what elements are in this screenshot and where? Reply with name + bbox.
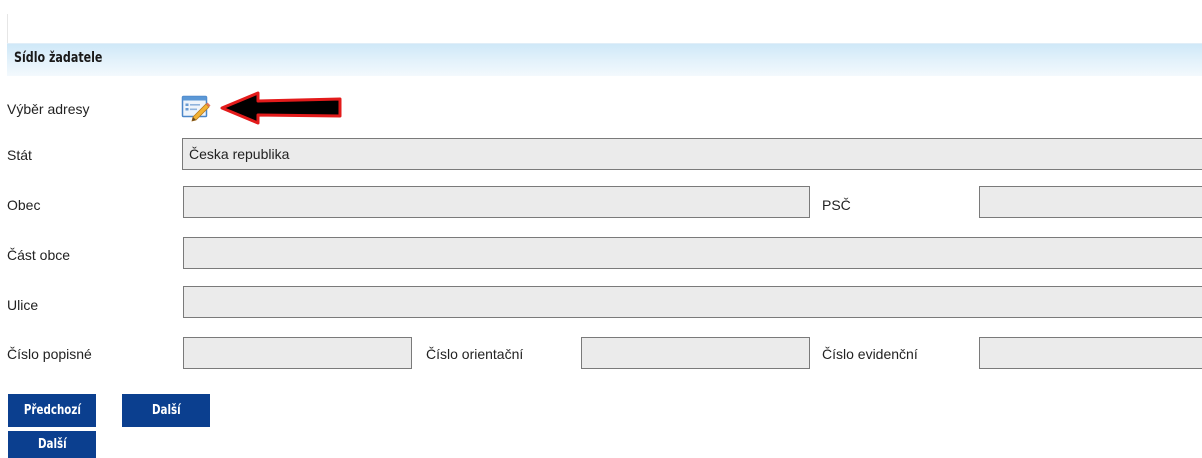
cislo-orientacni-field[interactable]: [581, 337, 810, 369]
divider: [7, 14, 8, 44]
edit-address-form-icon[interactable]: [181, 94, 211, 122]
cislo-popisne-field[interactable]: [183, 337, 412, 369]
annotation-arrow-icon: [218, 90, 344, 126]
obec-label: Obec: [7, 197, 41, 213]
cislo-popisne-label: Číslo popisné: [7, 346, 92, 362]
section-header: Sídlo žadatele: [7, 43, 1202, 76]
address-picker-label: Výběr adresy: [7, 101, 90, 117]
cislo-evidencni-field[interactable]: [979, 337, 1202, 369]
previous-button[interactable]: Předchozí: [8, 394, 96, 427]
psc-label: PSČ: [822, 197, 851, 213]
cislo-evidencni-label: Číslo evidenční: [822, 346, 918, 362]
stat-field[interactable]: Česka republika: [182, 138, 1202, 170]
next-button-secondary[interactable]: Další: [8, 431, 96, 458]
cast-obce-field[interactable]: [183, 237, 1202, 269]
previous-button-label: Předchozí: [23, 403, 81, 418]
ulice-label: Ulice: [7, 297, 39, 313]
section-title: Sídlo žadatele: [14, 50, 103, 66]
next-button-label: Další: [151, 403, 181, 418]
cislo-orientacni-label: Číslo orientační: [426, 346, 524, 362]
ulice-field[interactable]: [183, 286, 1202, 318]
next-button-secondary-label: Další: [37, 437, 67, 452]
stat-label: Stát: [7, 147, 32, 163]
next-button[interactable]: Další: [122, 394, 210, 427]
psc-field[interactable]: [979, 186, 1202, 218]
cast-obce-label: Část obce: [7, 247, 71, 263]
page: Sídlo žadatele Výběr adresy Stát Česka r…: [0, 0, 1202, 458]
obec-field[interactable]: [183, 186, 810, 218]
